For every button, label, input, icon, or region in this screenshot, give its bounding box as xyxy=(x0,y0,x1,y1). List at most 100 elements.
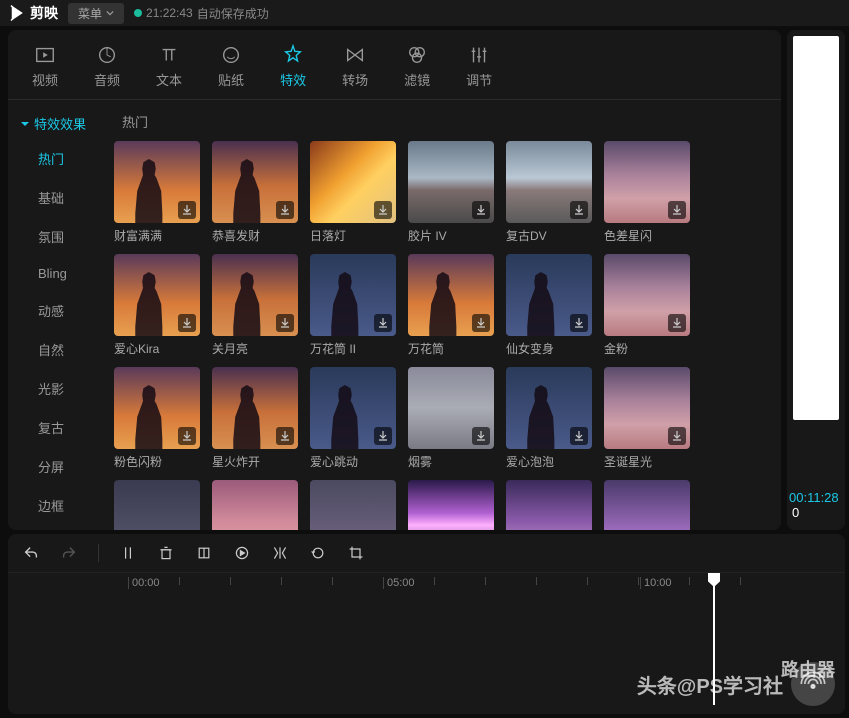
download-button[interactable] xyxy=(276,314,294,332)
download-button[interactable] xyxy=(668,201,686,219)
effect-card[interactable]: 日落灯 xyxy=(310,141,396,248)
effect-thumbnail[interactable] xyxy=(114,480,200,530)
effect-card[interactable]: 金粉 xyxy=(604,254,690,361)
download-button[interactable] xyxy=(276,427,294,445)
effect-card[interactable] xyxy=(212,480,298,530)
effect-thumbnail[interactable] xyxy=(310,367,396,449)
effect-thumbnail[interactable] xyxy=(114,141,200,223)
rotate-button[interactable] xyxy=(309,544,327,562)
effect-card[interactable]: 恭喜发财 xyxy=(212,141,298,248)
sidebar-item[interactable]: 边框 xyxy=(8,486,108,525)
redo-button[interactable] xyxy=(60,544,78,562)
effect-thumbnail[interactable] xyxy=(408,254,494,336)
effect-card[interactable]: 关月亮 xyxy=(212,254,298,361)
effect-card[interactable] xyxy=(604,480,690,530)
download-button[interactable] xyxy=(374,201,392,219)
effect-card[interactable] xyxy=(408,480,494,530)
sidebar-item[interactable]: 光影 xyxy=(8,369,108,408)
effect-thumbnail[interactable] xyxy=(310,141,396,223)
effect-card[interactable] xyxy=(114,480,200,530)
effect-thumbnail[interactable] xyxy=(114,367,200,449)
tab-audio[interactable]: 音频 xyxy=(90,38,124,99)
effect-thumbnail[interactable] xyxy=(506,141,592,223)
sidebar-item[interactable]: 分屏 xyxy=(8,447,108,486)
effect-card[interactable]: 烟雾 xyxy=(408,367,494,474)
preview-thumbnail-strip[interactable] xyxy=(793,36,839,420)
effect-thumbnail[interactable] xyxy=(604,367,690,449)
effect-thumbnail[interactable] xyxy=(408,367,494,449)
effect-thumbnail[interactable] xyxy=(506,254,592,336)
download-button[interactable] xyxy=(472,427,490,445)
effect-thumbnail[interactable] xyxy=(212,141,298,223)
effect-thumbnail[interactable] xyxy=(604,141,690,223)
download-button[interactable] xyxy=(178,427,196,445)
effect-card[interactable]: 仙女变身 xyxy=(506,254,592,361)
menu-button[interactable]: 菜单 xyxy=(68,3,124,24)
effect-card[interactable]: 万花筒 xyxy=(408,254,494,361)
effect-thumbnail[interactable] xyxy=(506,367,592,449)
download-button[interactable] xyxy=(668,427,686,445)
download-button[interactable] xyxy=(570,314,588,332)
sidebar-header[interactable]: 特效效果 xyxy=(8,108,108,139)
tab-filter[interactable]: 滤镜 xyxy=(400,38,434,99)
timeline-ruler[interactable]: 00:0005:0010:00 xyxy=(8,573,845,593)
effect-thumbnail[interactable] xyxy=(212,254,298,336)
crop-frame-button[interactable] xyxy=(347,544,365,562)
download-button[interactable] xyxy=(668,314,686,332)
crop-button[interactable] xyxy=(195,544,213,562)
effect-thumbnail[interactable] xyxy=(212,480,298,530)
effect-thumbnail[interactable] xyxy=(506,480,592,530)
effect-card[interactable]: 爱心泡泡 xyxy=(506,367,592,474)
effect-thumbnail[interactable] xyxy=(408,141,494,223)
sidebar-item[interactable]: 动感 xyxy=(8,291,108,330)
download-button[interactable] xyxy=(472,314,490,332)
effect-card[interactable] xyxy=(310,480,396,530)
tab-effect[interactable]: 特效 xyxy=(276,38,310,99)
tab-video[interactable]: 视频 xyxy=(28,38,62,99)
effect-card[interactable]: 爱心Kira xyxy=(114,254,200,361)
main-tabs: 视频音频文本贴纸特效转场滤镜调节 xyxy=(8,30,781,100)
tab-sticker[interactable]: 贴纸 xyxy=(214,38,248,99)
sidebar-item[interactable]: 自然 xyxy=(8,330,108,369)
effect-card[interactable]: 财富满满 xyxy=(114,141,200,248)
tab-transition[interactable]: 转场 xyxy=(338,38,372,99)
effect-thumbnail[interactable] xyxy=(604,480,690,530)
autosave-time: 21:22:43 xyxy=(146,6,193,20)
sidebar-item[interactable]: 复古 xyxy=(8,408,108,447)
effect-thumbnail[interactable] xyxy=(310,254,396,336)
delete-button[interactable] xyxy=(157,544,175,562)
effect-thumbnail[interactable] xyxy=(310,480,396,530)
effect-card[interactable]: 爱心跳动 xyxy=(310,367,396,474)
playback-timecode: 00:11:28 0 xyxy=(789,490,843,524)
download-button[interactable] xyxy=(570,427,588,445)
effect-card[interactable]: 胶片 IV xyxy=(408,141,494,248)
effect-thumbnail[interactable] xyxy=(408,480,494,530)
download-button[interactable] xyxy=(178,314,196,332)
download-button[interactable] xyxy=(374,314,392,332)
speed-button[interactable] xyxy=(233,544,251,562)
effect-card[interactable]: 圣诞星光 xyxy=(604,367,690,474)
split-button[interactable] xyxy=(119,544,137,562)
undo-button[interactable] xyxy=(22,544,40,562)
download-button[interactable] xyxy=(570,201,588,219)
tab-adjust[interactable]: 调节 xyxy=(462,38,496,99)
effect-card[interactable]: 复古DV xyxy=(506,141,592,248)
sidebar-item[interactable]: 氛围 xyxy=(8,217,108,256)
effect-card[interactable] xyxy=(506,480,592,530)
download-button[interactable] xyxy=(472,201,490,219)
effect-card[interactable]: 色差星闪 xyxy=(604,141,690,248)
effect-card[interactable]: 星火炸开 xyxy=(212,367,298,474)
effect-thumbnail[interactable] xyxy=(604,254,690,336)
sidebar-item[interactable]: Bling xyxy=(8,256,108,291)
sidebar-item[interactable]: 基础 xyxy=(8,178,108,217)
effect-card[interactable]: 万花筒 II xyxy=(310,254,396,361)
download-button[interactable] xyxy=(178,201,196,219)
effect-thumbnail[interactable] xyxy=(212,367,298,449)
download-button[interactable] xyxy=(374,427,392,445)
mirror-button[interactable] xyxy=(271,544,289,562)
tab-text[interactable]: 文本 xyxy=(152,38,186,99)
download-button[interactable] xyxy=(276,201,294,219)
effect-thumbnail[interactable] xyxy=(114,254,200,336)
sidebar-item[interactable]: 热门 xyxy=(8,139,108,178)
effect-card[interactable]: 粉色闪粉 xyxy=(114,367,200,474)
